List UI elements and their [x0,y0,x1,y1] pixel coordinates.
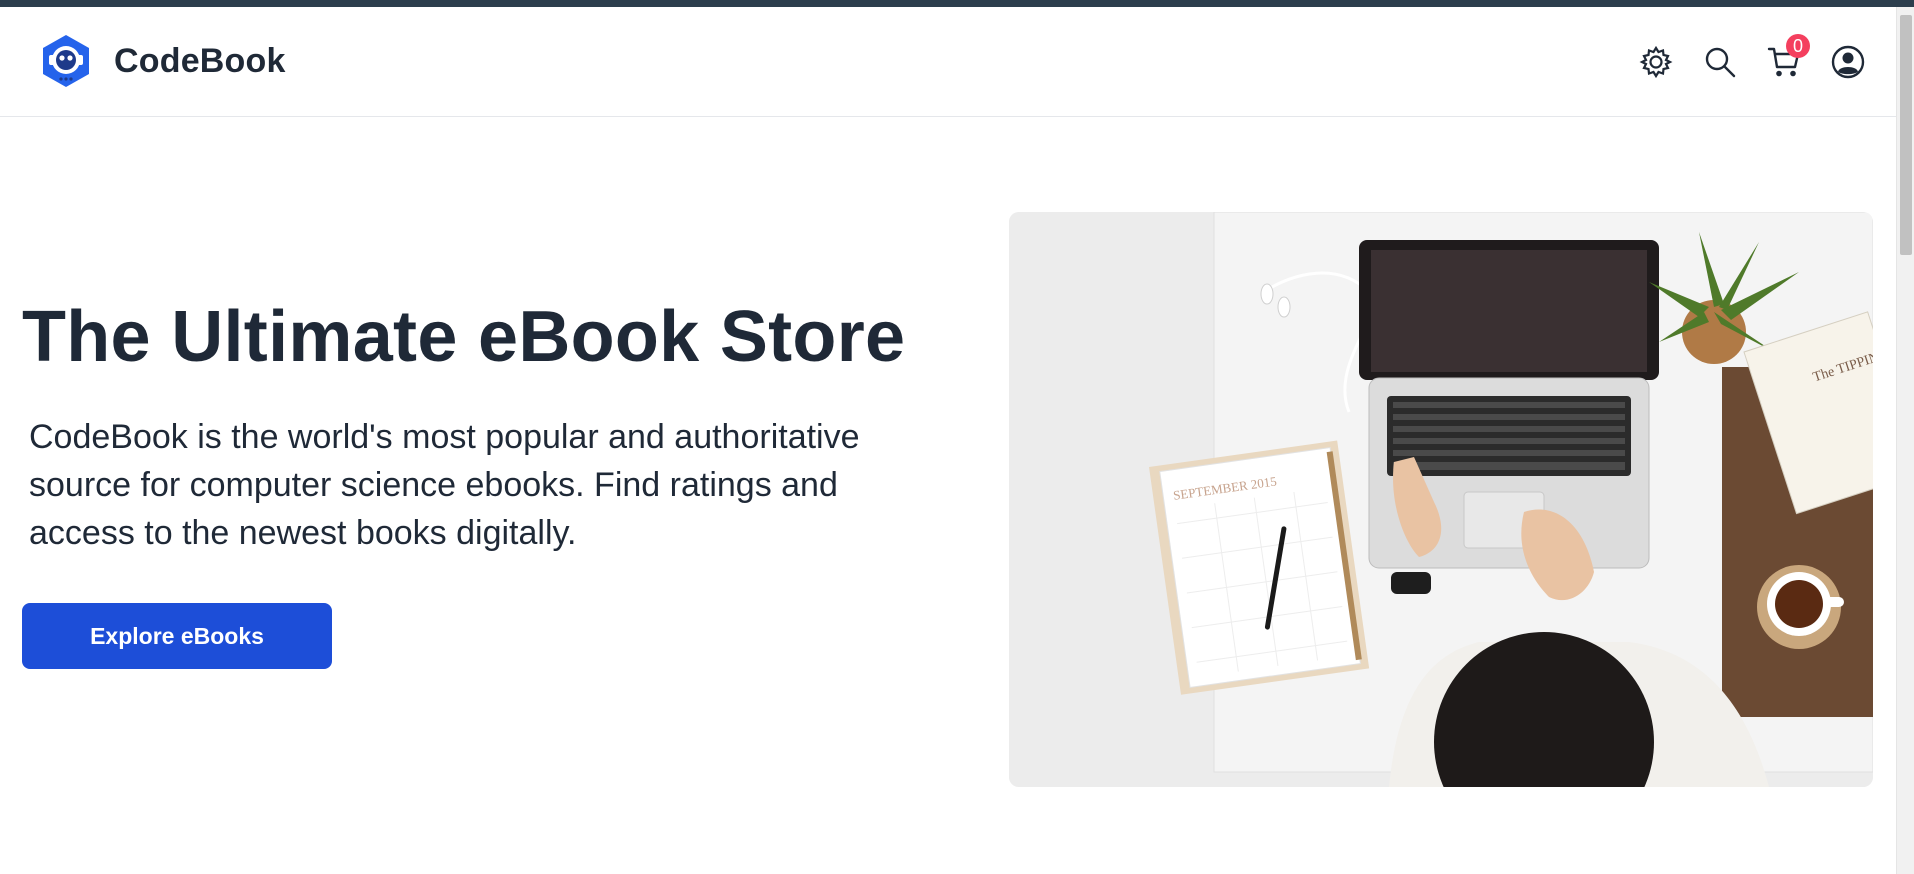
account-icon [1831,45,1865,79]
page: CodeBook 0 The Ultimate eBook Store Code… [0,7,1896,874]
scrollbar-thumb[interactable] [1900,15,1912,255]
hero-description: CodeBook is the world's most popular and… [29,418,860,552]
browser-top-strip [0,0,1914,7]
settings-icon [1639,45,1673,79]
hero-text: The Ultimate eBook Store CodeBook is the… [22,297,982,669]
search-icon [1705,47,1736,78]
hero-image: The TIPPING POINT SEPTEMBER 2015 [1009,212,1873,787]
cart-count-badge: 0 [1786,34,1810,58]
explore-ebooks-button[interactable]: Explore eBooks [22,603,332,669]
header-actions: 0 [1638,34,1866,85]
settings-button[interactable] [1638,44,1674,80]
page-scrollbar[interactable] [1896,7,1914,874]
hero-illustration: The TIPPING POINT SEPTEMBER 2015 [1009,212,1873,787]
account-button[interactable] [1830,44,1866,80]
search-button[interactable] [1702,44,1738,80]
site-header: CodeBook 0 [0,7,1896,117]
brand-name: CodeBook [114,41,286,80]
hero-title: The Ultimate eBook Store [22,297,906,377]
cart-button[interactable]: 0 [1766,34,1810,80]
robot-head-icon [43,35,89,87]
brand-link[interactable]: CodeBook [38,31,286,91]
